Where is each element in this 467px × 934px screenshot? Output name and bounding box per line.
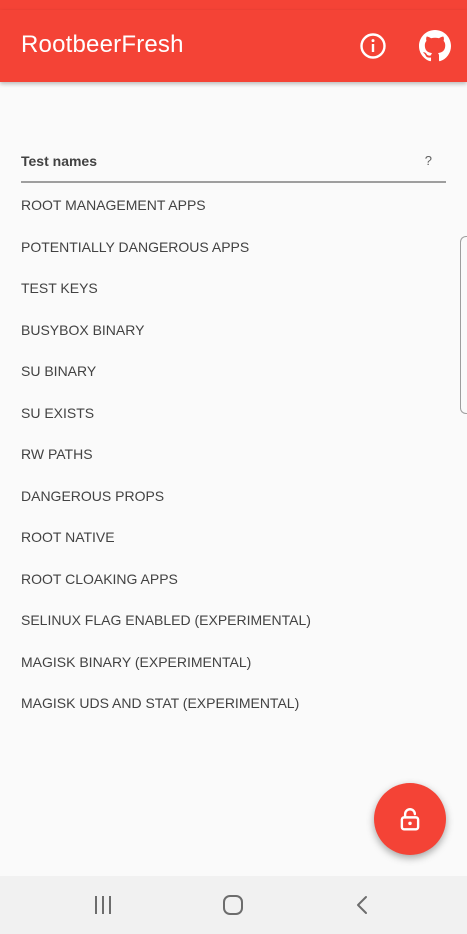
test-item: MAGISK BINARY (EXPERIMENTAL): [21, 653, 252, 670]
test-item: POTENTIALLY DANGEROUS APPS: [21, 238, 250, 255]
test-item: MAGISK UDS AND STAT (EXPERIMENTAL): [21, 695, 300, 711]
recents-button[interactable]: [88, 890, 118, 920]
header-result: ?: [424, 153, 432, 168]
test-item: SU BINARY: [21, 363, 97, 379]
back-button[interactable]: [348, 890, 378, 920]
test-item: TEST KEYS: [21, 280, 98, 296]
navigation-bar: [0, 876, 467, 934]
test-item: SELINUX FLAG ENABLED (EXPERIMENTAL): [21, 612, 311, 628]
github-icon: [419, 30, 451, 62]
home-button[interactable]: [218, 890, 248, 920]
status-bar: [0, 0, 467, 10]
test-item: BUSYBOX BINARY: [21, 321, 145, 338]
test-list: ROOT MANAGEMENT APPS POTENTIALLY DANGERO…: [21, 185, 446, 725]
info-button[interactable]: [357, 30, 389, 62]
header-test-names: Test names: [21, 153, 97, 169]
back-icon: [357, 896, 367, 914]
table-header: Test names ?: [21, 148, 446, 183]
test-item: ROOT NATIVE: [21, 529, 115, 545]
test-item: SU EXISTS: [21, 404, 95, 421]
info-icon: [360, 33, 386, 59]
app-bar: RootbeerFresh: [0, 10, 467, 82]
run-check-button[interactable]: [374, 783, 446, 855]
app-title: RootbeerFresh: [21, 31, 184, 58]
screen: RootbeerFresh Test names ? ROOT MANAGEME…: [0, 0, 467, 934]
test-item: ROOT MANAGEMENT APPS: [21, 197, 206, 213]
recents-icon: [95, 896, 111, 914]
edge-panel-handle[interactable]: [460, 236, 467, 414]
test-item: DANGEROUS PROPS: [21, 487, 165, 504]
test-item: RW PATHS: [21, 446, 93, 462]
home-icon: [223, 895, 243, 915]
github-button[interactable]: [419, 30, 451, 62]
test-item: ROOT CLOAKING APPS: [21, 570, 178, 587]
unlock-icon: [400, 808, 420, 831]
